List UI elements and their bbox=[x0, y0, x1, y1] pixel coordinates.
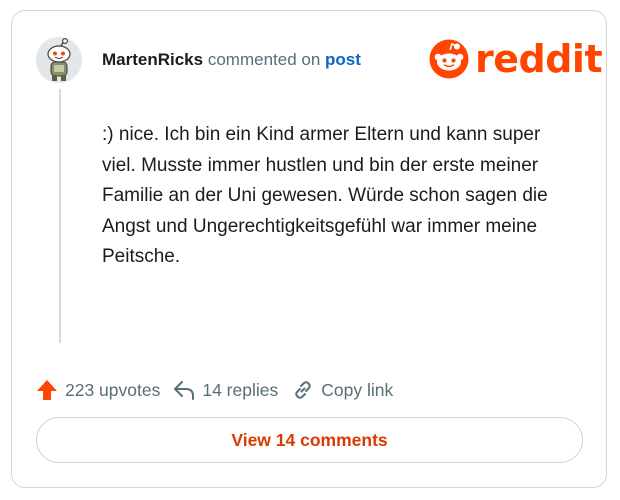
comment-body: :) nice. Ich bin ein Kind armer Eltern u… bbox=[102, 124, 548, 268]
comment-card: MartenRicks commented on post reddit :) … bbox=[11, 10, 607, 488]
upvote-count: 223 upvotes bbox=[65, 379, 161, 400]
reply-count: 14 replies bbox=[202, 379, 279, 400]
comment-actions: 223 upvotes 14 replies Copy link bbox=[36, 379, 393, 401]
view-comments-button[interactable]: View 14 comments bbox=[36, 417, 583, 463]
reddit-logo[interactable]: reddit bbox=[429, 37, 603, 81]
copy-link-label: Copy link bbox=[321, 379, 394, 400]
thread-line bbox=[59, 89, 61, 343]
avatar[interactable] bbox=[36, 37, 82, 83]
reddit-wordmark: reddit bbox=[475, 37, 603, 81]
reply-arrow-icon bbox=[174, 381, 195, 400]
snoo-avatar-icon bbox=[36, 37, 82, 83]
copy-link-button[interactable]: Copy link bbox=[292, 379, 393, 401]
link-icon bbox=[295, 381, 311, 399]
post-link[interactable]: post bbox=[325, 50, 361, 69]
reddit-logo-icon bbox=[429, 39, 469, 79]
replies-button[interactable]: 14 replies bbox=[172, 379, 278, 401]
commented-on-text: commented on bbox=[203, 50, 326, 69]
comment-header: MartenRicks commented on post bbox=[102, 49, 361, 71]
author-name[interactable]: MartenRicks bbox=[102, 50, 203, 69]
upvote-arrow-icon bbox=[37, 380, 57, 400]
upvote-button[interactable]: 223 upvotes bbox=[36, 379, 160, 401]
